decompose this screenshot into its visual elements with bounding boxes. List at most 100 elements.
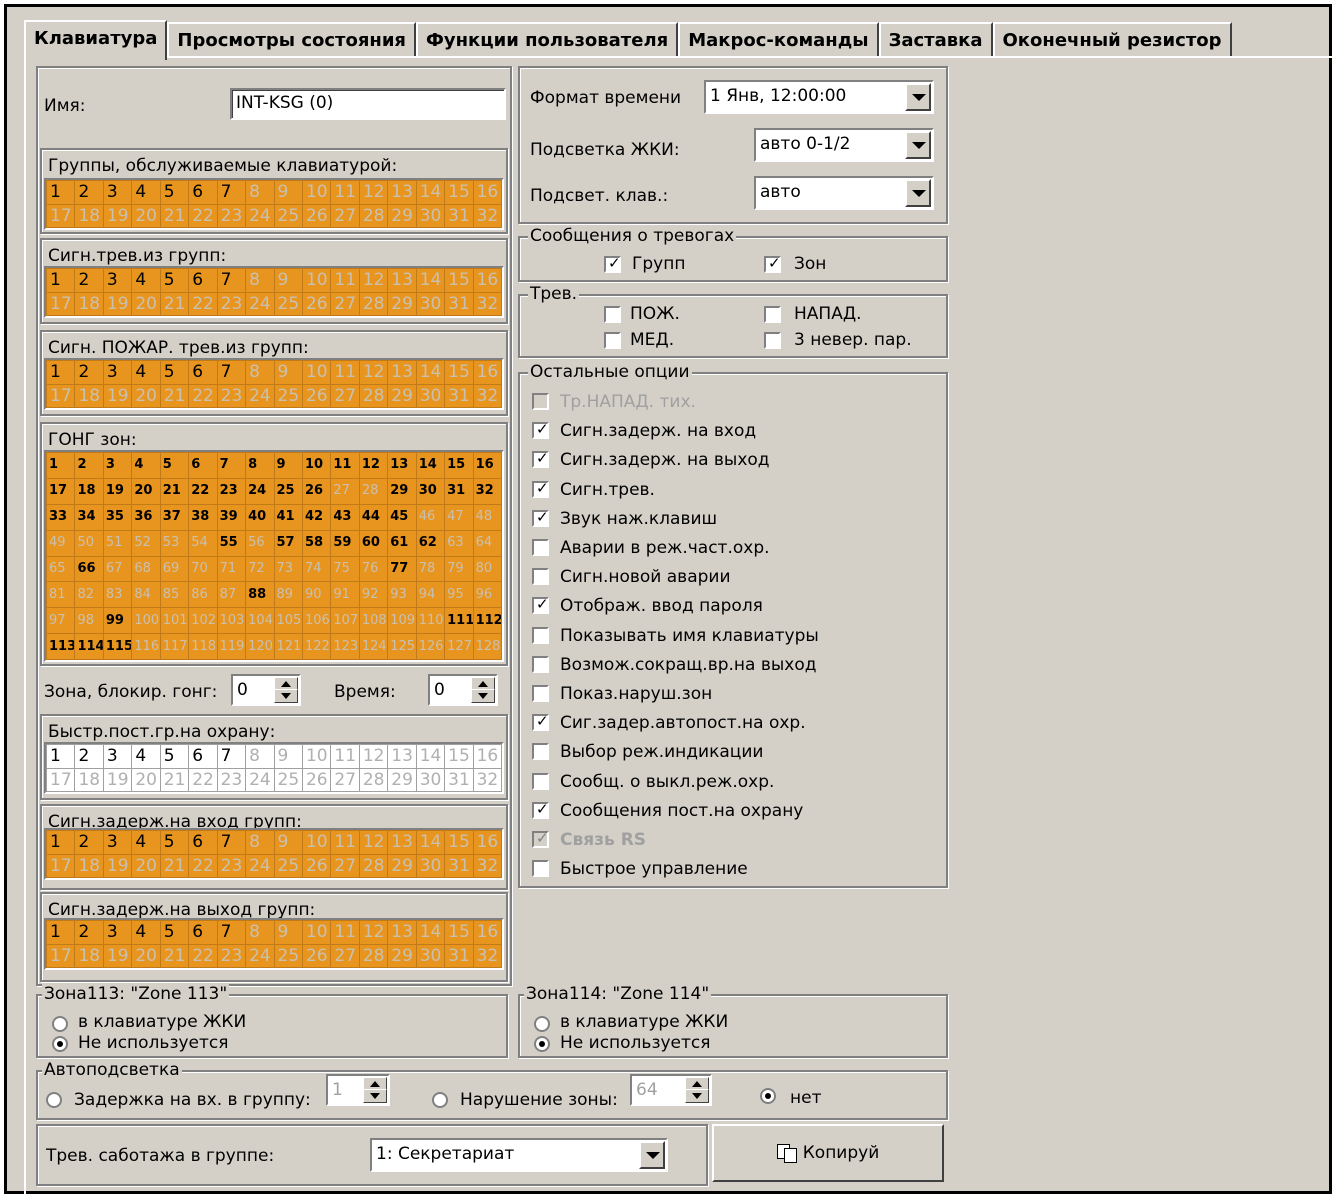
group-cell[interactable]: 2	[74, 180, 104, 205]
spin-down-icon[interactable]	[274, 689, 298, 703]
group-cell[interactable]: 30	[415, 767, 446, 792]
group-cell[interactable]: 18	[74, 943, 104, 968]
zone-cell[interactable]: 84	[131, 581, 161, 609]
group-cell[interactable]: 23	[216, 767, 247, 792]
zone-cell[interactable]: 80	[472, 555, 503, 583]
zone-cell[interactable]: 23	[216, 477, 247, 505]
group-cell[interactable]: 18	[74, 203, 104, 228]
zone-cell[interactable]: 100	[131, 607, 161, 635]
zone-cell[interactable]: 118	[188, 633, 218, 660]
group-cell[interactable]: 29	[387, 291, 417, 316]
zone-cell[interactable]: 1	[45, 452, 76, 479]
zone-cell[interactable]: 15	[444, 452, 474, 479]
group-cell[interactable]: 1	[45, 830, 76, 855]
group-cell[interactable]: 6	[188, 180, 218, 205]
group-cell[interactable]: 30	[415, 943, 446, 968]
zone-cell[interactable]: 73	[273, 555, 303, 583]
group-cell[interactable]: 1	[45, 360, 76, 385]
group-cell[interactable]: 7	[216, 180, 247, 205]
zone-cell[interactable]: 123	[330, 633, 360, 660]
zone-cell[interactable]: 82	[74, 581, 104, 609]
tab-macros[interactable]: Макрос-команды	[678, 22, 879, 58]
zone-cell[interactable]: 47	[444, 503, 474, 531]
gong-time-spinner[interactable]: 0	[428, 674, 498, 706]
zone-cell[interactable]: 26	[301, 477, 332, 505]
group-cell[interactable]: 1	[45, 744, 76, 769]
group-cell[interactable]: 25	[273, 767, 303, 792]
group-cell[interactable]: 23	[216, 943, 247, 968]
option-checkbox[interactable]	[532, 860, 549, 878]
zone-cell[interactable]: 111	[444, 607, 474, 635]
zone113-lcd-radio[interactable]	[52, 1016, 68, 1032]
spin-down-icon[interactable]	[363, 1089, 387, 1103]
quick-arm-grid[interactable]: 1 2 3 4 5 6 7 8 9 10 11 12 13 14 15 16 17 18 19 20 21 22 23 24 2…	[44, 742, 504, 794]
group-cell[interactable]: 22	[188, 767, 218, 792]
zone-cell[interactable]: 46	[415, 503, 446, 531]
group-cell[interactable]: 31	[444, 203, 474, 228]
group-cell[interactable]: 1	[45, 268, 76, 293]
group-cell[interactable]: 13	[387, 920, 417, 945]
zone-cell[interactable]: 117	[159, 633, 190, 660]
zone-cell[interactable]: 33	[45, 503, 76, 531]
group-cell[interactable]: 18	[74, 853, 104, 878]
zone-cell[interactable]: 98	[74, 607, 104, 635]
option-checkbox[interactable]: ✓	[532, 714, 549, 732]
zone-cell[interactable]: 7	[216, 452, 247, 479]
option-checkbox[interactable]: ✓	[532, 801, 549, 819]
zone-cell[interactable]: 64	[472, 529, 503, 557]
group-cell[interactable]: 16	[472, 920, 503, 945]
group-cell[interactable]: 8	[245, 920, 275, 945]
group-cell[interactable]: 32	[472, 291, 503, 316]
zone-cell[interactable]: 78	[415, 555, 446, 583]
zone-cell[interactable]: 120	[245, 633, 275, 660]
zone-cell[interactable]: 85	[159, 581, 190, 609]
group-cell[interactable]: 17	[45, 943, 76, 968]
option-checkbox[interactable]	[532, 393, 549, 410]
group-cell[interactable]: 24	[245, 853, 275, 878]
group-cell[interactable]: 12	[358, 268, 389, 293]
zone-cell[interactable]: 95	[444, 581, 474, 609]
zone-cell[interactable]: 30	[415, 477, 446, 505]
group-cell[interactable]: 21	[159, 767, 190, 792]
autolight-violation-spinner[interactable]: 64	[630, 1074, 712, 1106]
zone-cell[interactable]: 87	[216, 581, 247, 609]
chevron-down-icon[interactable]	[639, 1141, 665, 1169]
group-cell[interactable]: 18	[74, 291, 104, 316]
group-cell[interactable]: 12	[358, 360, 389, 385]
zone-cell[interactable]: 5	[159, 452, 190, 479]
group-cell[interactable]: 22	[188, 291, 218, 316]
group-cell[interactable]: 10	[301, 744, 332, 769]
zone-cell[interactable]: 44	[358, 503, 389, 531]
zone-cell[interactable]: 104	[245, 607, 275, 635]
group-cell[interactable]: 9	[273, 180, 303, 205]
group-cell[interactable]: 6	[188, 830, 218, 855]
group-cell[interactable]: 10	[301, 920, 332, 945]
zone-cell[interactable]: 63	[444, 529, 474, 557]
option-checkbox[interactable]	[532, 655, 549, 673]
zone-cell[interactable]: 67	[102, 555, 133, 583]
group-cell[interactable]: 11	[330, 744, 360, 769]
group-cell[interactable]: 12	[358, 180, 389, 205]
group-cell[interactable]: 11	[330, 920, 360, 945]
group-cell[interactable]: 26	[301, 853, 332, 878]
group-cell[interactable]: 16	[472, 830, 503, 855]
group-cell[interactable]: 9	[273, 360, 303, 385]
group-cell[interactable]: 20	[131, 767, 161, 792]
group-cell[interactable]: 29	[387, 203, 417, 228]
zone-cell[interactable]: 58	[301, 529, 332, 557]
group-cell[interactable]: 7	[216, 268, 247, 293]
group-cell[interactable]: 6	[188, 920, 218, 945]
group-cell[interactable]: 3	[102, 830, 133, 855]
group-cell[interactable]: 26	[301, 943, 332, 968]
group-cell[interactable]: 2	[74, 268, 104, 293]
group-cell[interactable]: 3	[102, 360, 133, 385]
group-cell[interactable]: 19	[102, 203, 133, 228]
chevron-down-icon[interactable]	[905, 83, 931, 111]
group-cell[interactable]: 27	[330, 853, 360, 878]
zone-cell[interactable]: 14	[415, 452, 446, 479]
zone-cell[interactable]: 76	[358, 555, 389, 583]
zone-cell[interactable]: 110	[415, 607, 446, 635]
group-cell[interactable]: 5	[159, 920, 190, 945]
group-cell[interactable]: 16	[472, 180, 503, 205]
group-cell[interactable]: 16	[472, 744, 503, 769]
